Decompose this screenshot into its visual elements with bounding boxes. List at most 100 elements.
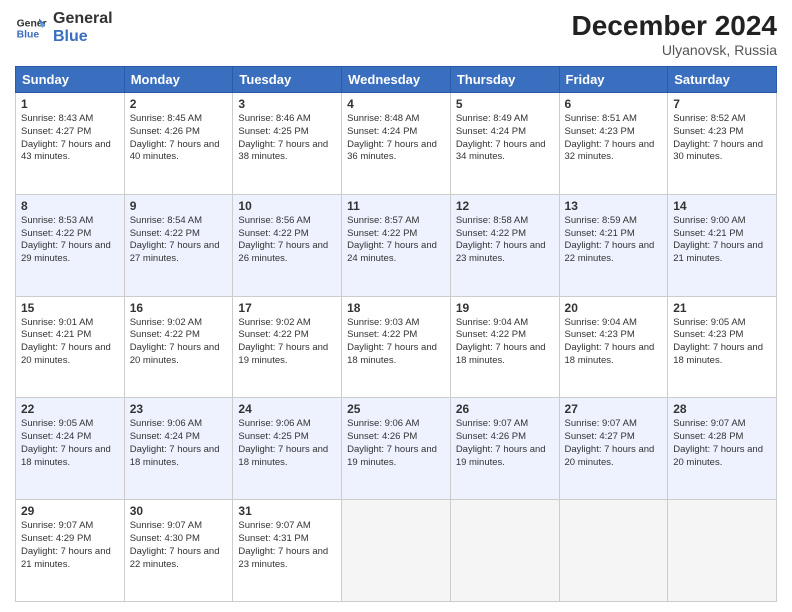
day-info: Sunrise: 8:54 AMSunset: 4:22 PMDaylight:…	[130, 215, 228, 266]
calendar-table: Sunday Monday Tuesday Wednesday Thursday…	[15, 66, 777, 602]
day-number: 2	[130, 97, 228, 111]
day-number: 26	[456, 402, 554, 416]
table-row: 22 Sunrise: 9:05 AMSunset: 4:24 PMDayligh…	[16, 398, 125, 500]
table-row: 13Sunrise: 8:59 AMSunset: 4:21 PMDayligh…	[559, 194, 668, 296]
day-info: Sunrise: 8:49 AMSunset: 4:24 PMDaylight:…	[456, 113, 554, 164]
table-row: 5 Sunrise: 8:49 AMSunset: 4:24 PMDaylight…	[450, 93, 559, 195]
calendar-row: 1 Sunrise: 8:43 AMSunset: 4:27 PMDaylight…	[16, 93, 777, 195]
table-row: 19 Sunrise: 9:04 AMSunset: 4:22 PMDayligh…	[450, 296, 559, 398]
day-number: 29	[21, 504, 119, 518]
month-title: December 2024	[572, 10, 777, 42]
day-info: Sunrise: 9:02 AMSunset: 4:22 PMDaylight:…	[238, 317, 336, 368]
table-row: 1 Sunrise: 8:43 AMSunset: 4:27 PMDaylight…	[16, 93, 125, 195]
day-info: Sunrise: 9:07 AMSunset: 4:27 PMDaylight:…	[565, 418, 663, 469]
day-info: Sunrise: 8:45 AMSunset: 4:26 PMDaylight:…	[130, 113, 228, 164]
page: General Blue General Blue December 2024 …	[0, 0, 792, 612]
day-number: 11	[347, 199, 445, 213]
day-number: 6	[565, 97, 663, 111]
table-row: 21Sunrise: 9:05 AMSunset: 4:23 PMDayligh…	[668, 296, 777, 398]
day-number: 14	[673, 199, 771, 213]
day-info: Sunrise: 8:53 AMSunset: 4:22 PMDaylight:…	[21, 215, 119, 266]
day-number: 18	[347, 301, 445, 315]
table-row: 24 Sunrise: 9:06 AMSunset: 4:25 PMDayligh…	[233, 398, 342, 500]
table-row: 16 Sunrise: 9:02 AMSunset: 4:22 PMDayligh…	[124, 296, 233, 398]
table-row: 25Sunrise: 9:06 AMSunset: 4:26 PMDayligh…	[342, 398, 451, 500]
logo-text: General Blue	[53, 10, 113, 45]
day-number: 23	[130, 402, 228, 416]
logo-icon: General Blue	[15, 12, 47, 44]
day-info: Sunrise: 9:03 AMSunset: 4:22 PMDaylight:…	[347, 317, 445, 368]
day-number: 27	[565, 402, 663, 416]
col-tuesday: Tuesday	[233, 67, 342, 93]
table-row: 14Sunrise: 9:00 AMSunset: 4:21 PMDayligh…	[668, 194, 777, 296]
day-number: 3	[238, 97, 336, 111]
table-row: 12 Sunrise: 8:58 AMSunset: 4:22 PMDayligh…	[450, 194, 559, 296]
day-info: Sunrise: 9:02 AMSunset: 4:22 PMDaylight:…	[130, 317, 228, 368]
table-row: 29 Sunrise: 9:07 AMSunset: 4:29 PMDayligh…	[16, 500, 125, 602]
title-block: December 2024 Ulyanovsk, Russia	[572, 10, 777, 58]
table-row: 4 Sunrise: 8:48 AMSunset: 4:24 PMDaylight…	[342, 93, 451, 195]
day-number: 8	[21, 199, 119, 213]
day-number: 4	[347, 97, 445, 111]
calendar-row: 15 Sunrise: 9:01 AMSunset: 4:21 PMDayligh…	[16, 296, 777, 398]
header: General Blue General Blue December 2024 …	[15, 10, 777, 58]
day-number: 19	[456, 301, 554, 315]
day-info: Sunrise: 9:01 AMSunset: 4:21 PMDaylight:…	[21, 317, 119, 368]
day-number: 31	[238, 504, 336, 518]
svg-text:Blue: Blue	[17, 29, 40, 40]
day-info: Sunrise: 9:06 AMSunset: 4:25 PMDaylight:…	[238, 418, 336, 469]
logo: General Blue General Blue	[15, 10, 113, 45]
day-info: Sunrise: 9:04 AMSunset: 4:22 PMDaylight:…	[456, 317, 554, 368]
day-number: 15	[21, 301, 119, 315]
table-row: 7 Sunrise: 8:52 AMSunset: 4:23 PMDaylight…	[668, 93, 777, 195]
day-number: 1	[21, 97, 119, 111]
day-number: 17	[238, 301, 336, 315]
col-monday: Monday	[124, 67, 233, 93]
day-number: 10	[238, 199, 336, 213]
day-info: Sunrise: 8:58 AMSunset: 4:22 PMDaylight:…	[456, 215, 554, 266]
day-info: Sunrise: 9:06 AMSunset: 4:24 PMDaylight:…	[130, 418, 228, 469]
day-info: Sunrise: 9:07 AMSunset: 4:29 PMDaylight:…	[21, 520, 119, 571]
table-row: 30 Sunrise: 9:07 AMSunset: 4:30 PMDayligh…	[124, 500, 233, 602]
day-number: 7	[673, 97, 771, 111]
table-row: 9 Sunrise: 8:54 AMSunset: 4:22 PMDaylight…	[124, 194, 233, 296]
day-number: 28	[673, 402, 771, 416]
day-number: 30	[130, 504, 228, 518]
day-number: 5	[456, 97, 554, 111]
day-info: Sunrise: 9:07 AMSunset: 4:30 PMDaylight:…	[130, 520, 228, 571]
table-row: 28 Sunrise: 9:07 AMSunset: 4:28 PMDayligh…	[668, 398, 777, 500]
day-info: Sunrise: 8:43 AMSunset: 4:27 PMDaylight:…	[21, 113, 119, 164]
calendar-row: 22 Sunrise: 9:05 AMSunset: 4:24 PMDayligh…	[16, 398, 777, 500]
table-row: 6 Sunrise: 8:51 AMSunset: 4:23 PMDaylight…	[559, 93, 668, 195]
calendar-row: 8 Sunrise: 8:53 AMSunset: 4:22 PMDaylight…	[16, 194, 777, 296]
day-number: 24	[238, 402, 336, 416]
day-info: Sunrise: 9:06 AMSunset: 4:26 PMDaylight:…	[347, 418, 445, 469]
col-sunday: Sunday	[16, 67, 125, 93]
day-number: 16	[130, 301, 228, 315]
table-row: 3Sunrise: 8:46 AMSunset: 4:25 PMDaylight…	[233, 93, 342, 195]
table-row: 18 Sunrise: 9:03 AMSunset: 4:22 PMDayligh…	[342, 296, 451, 398]
table-row: 20Sunrise: 9:04 AMSunset: 4:23 PMDayligh…	[559, 296, 668, 398]
day-number: 21	[673, 301, 771, 315]
table-row: 15 Sunrise: 9:01 AMSunset: 4:21 PMDayligh…	[16, 296, 125, 398]
table-row: 27 Sunrise: 9:07 AMSunset: 4:27 PMDayligh…	[559, 398, 668, 500]
day-info: Sunrise: 9:07 AMSunset: 4:28 PMDaylight:…	[673, 418, 771, 469]
header-row: Sunday Monday Tuesday Wednesday Thursday…	[16, 67, 777, 93]
table-row: 17 Sunrise: 9:02 AMSunset: 4:22 PMDayligh…	[233, 296, 342, 398]
table-row: 26Sunrise: 9:07 AMSunset: 4:26 PMDayligh…	[450, 398, 559, 500]
table-row: 10Sunrise: 8:56 AMSunset: 4:22 PMDayligh…	[233, 194, 342, 296]
day-info: Sunrise: 8:52 AMSunset: 4:23 PMDaylight:…	[673, 113, 771, 164]
col-friday: Friday	[559, 67, 668, 93]
day-info: Sunrise: 8:59 AMSunset: 4:21 PMDaylight:…	[565, 215, 663, 266]
table-row	[450, 500, 559, 602]
day-number: 20	[565, 301, 663, 315]
day-number: 9	[130, 199, 228, 213]
col-wednesday: Wednesday	[342, 67, 451, 93]
table-row: 2 Sunrise: 8:45 AMSunset: 4:26 PMDaylight…	[124, 93, 233, 195]
table-row	[342, 500, 451, 602]
day-info: Sunrise: 8:48 AMSunset: 4:24 PMDaylight:…	[347, 113, 445, 164]
day-number: 22	[21, 402, 119, 416]
day-number: 12	[456, 199, 554, 213]
day-info: Sunrise: 8:51 AMSunset: 4:23 PMDaylight:…	[565, 113, 663, 164]
day-info: Sunrise: 9:05 AMSunset: 4:24 PMDaylight:…	[21, 418, 119, 469]
